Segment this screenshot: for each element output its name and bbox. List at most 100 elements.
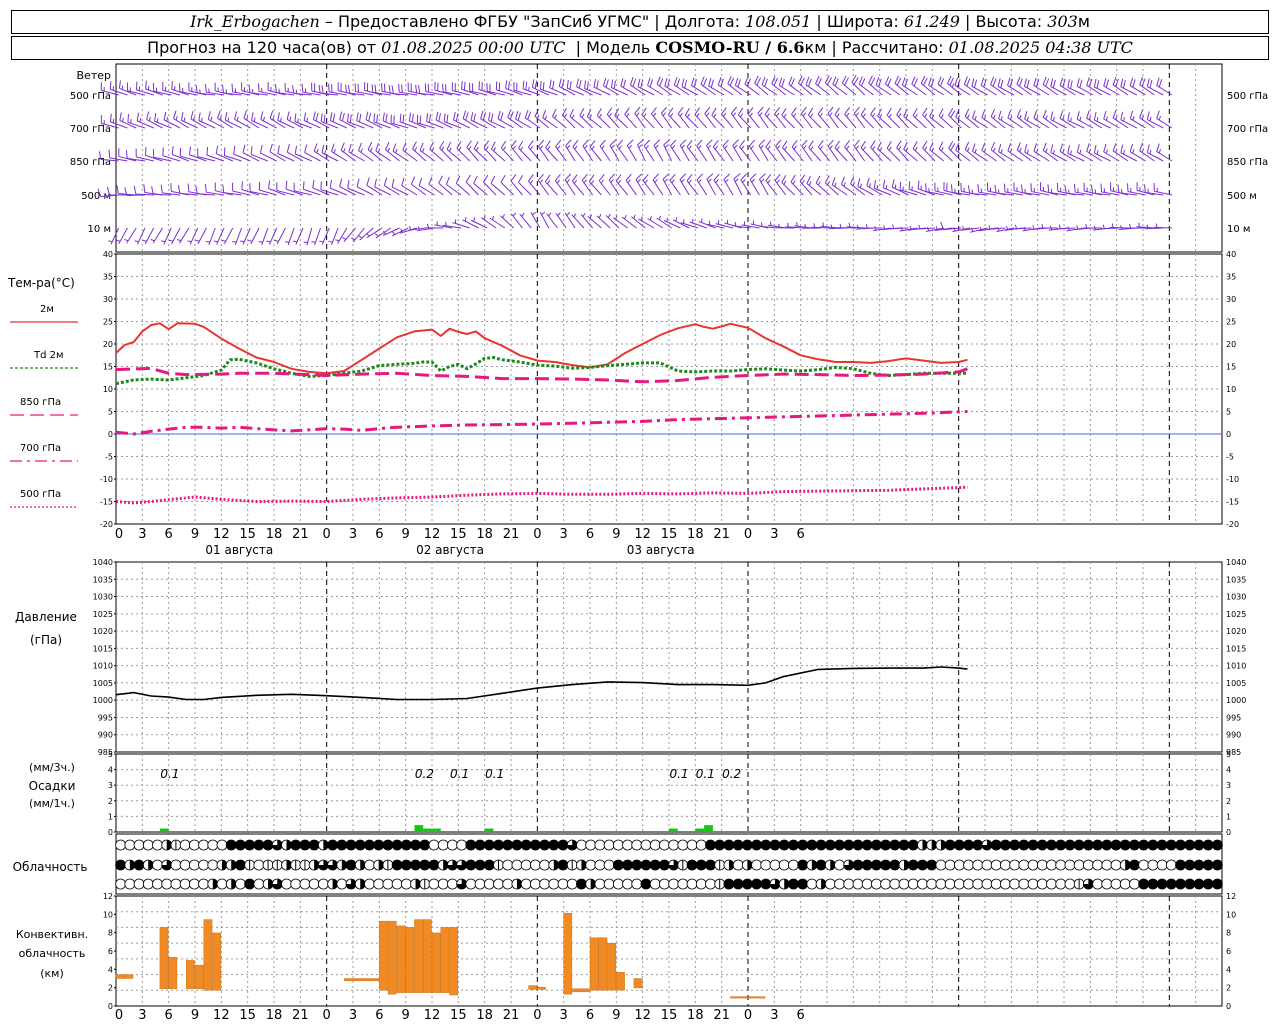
wind-barb xyxy=(135,148,154,162)
day-label: 02 августа xyxy=(416,543,484,557)
convective-xtick: 12 xyxy=(634,1008,651,1023)
wind-barb-half-feather xyxy=(993,114,996,119)
cloud-symbol xyxy=(658,878,670,890)
cloud-symbol xyxy=(419,839,431,851)
convective-bar xyxy=(405,927,415,993)
cloud-symbol xyxy=(981,859,993,871)
wind-barb-feather xyxy=(277,112,280,121)
cloud-symbol-circle xyxy=(1110,859,1122,871)
wind-barb-feather xyxy=(602,77,607,87)
cloud-symbol-fill xyxy=(465,860,476,870)
cloud-symbol-circle xyxy=(953,878,965,890)
wind-barb-feather xyxy=(647,77,651,86)
convective-panel-ytick-left: 8 xyxy=(108,929,113,938)
wind-barb-feather xyxy=(834,78,839,87)
cloud-symbol-circle xyxy=(502,859,514,871)
cloud-symbol xyxy=(188,839,200,851)
wind-barb xyxy=(292,227,304,245)
wind-barb-half-feather xyxy=(734,222,737,227)
wind-barb-feather xyxy=(358,113,362,123)
wind-barb-half-feather xyxy=(776,179,780,184)
wind-barb xyxy=(274,227,286,245)
wind-barb-half-feather xyxy=(615,215,618,220)
cloud-symbol-circle xyxy=(152,878,163,890)
wind-barb-feather xyxy=(1050,144,1054,153)
wind-barb-half-feather xyxy=(830,224,833,229)
cloud-symbol xyxy=(1119,839,1131,851)
cloud-symbol xyxy=(410,839,421,851)
convective-bar xyxy=(203,919,213,991)
cloud-symbol xyxy=(253,878,265,890)
temp-panel-ytick-left: 5 xyxy=(108,408,113,417)
wind-barb-half-feather xyxy=(918,224,921,230)
wind-barb-half-feather xyxy=(1132,149,1135,154)
wind-level-label: 700 гПа xyxy=(70,124,111,135)
cloud-symbol xyxy=(1092,859,1103,871)
wind-barb xyxy=(775,139,787,162)
cloud-symbol xyxy=(1018,878,1030,890)
cloud-symbol xyxy=(1175,839,1186,851)
wind-barb-half-feather xyxy=(124,238,129,242)
cloud-symbol xyxy=(548,859,560,871)
cloud-symbol-circle xyxy=(1082,859,1094,871)
wind-barb-half-feather xyxy=(142,239,147,242)
convective-bar xyxy=(186,960,195,989)
cloud-symbol-fill xyxy=(392,840,403,850)
wind-barb-feather xyxy=(332,113,336,122)
cloud-symbol-circle xyxy=(142,878,154,890)
precip-unit-3h: (мм/3ч.) xyxy=(29,761,75,774)
cloud-symbol xyxy=(1027,878,1039,890)
cloud-symbol xyxy=(668,839,680,851)
wind-barb-feather xyxy=(537,173,544,181)
wind-barb-half-feather xyxy=(1115,148,1118,153)
wind-barb-half-feather xyxy=(829,112,833,117)
wind-barb-half-feather xyxy=(696,113,700,117)
wind-barb xyxy=(213,227,225,245)
wind-barb-feather xyxy=(679,173,687,180)
wind-barb-feather xyxy=(684,79,688,89)
wind-barb-half-feather xyxy=(760,144,764,149)
wind-barb-feather xyxy=(554,173,561,182)
pressure-panel-ytick-left: 1040 xyxy=(93,558,113,567)
cloud-symbol xyxy=(668,859,680,871)
cloud-symbol-circle xyxy=(483,878,495,890)
wind-barb-feather xyxy=(613,80,617,89)
wind-barb xyxy=(589,140,602,162)
cloud-symbol xyxy=(1092,878,1103,890)
wind-barb-feather xyxy=(445,84,447,93)
cloud-symbol-fill xyxy=(1175,840,1186,850)
wind-barb-feather xyxy=(347,180,350,189)
convective-bar xyxy=(344,978,353,982)
cloud-symbol xyxy=(732,859,744,871)
cloud-symbol xyxy=(382,839,394,851)
precip-bar xyxy=(695,828,705,832)
wind-barb xyxy=(1145,224,1164,230)
wind-barb-feather xyxy=(971,110,976,119)
convective-bar xyxy=(607,942,617,991)
cloud-symbol xyxy=(299,859,311,871)
cloud-symbol-circle xyxy=(290,878,302,890)
cloud-symbol-circle xyxy=(115,839,127,851)
wind-barb-feather xyxy=(896,77,902,86)
cloud-symbol xyxy=(354,878,366,890)
convective-title-line1: Конвективн. xyxy=(16,928,88,941)
wind-barb-feather xyxy=(388,85,391,94)
cloud-symbol xyxy=(1064,859,1076,871)
precip-bar xyxy=(159,828,169,832)
wind-barb-feather xyxy=(1050,78,1054,87)
convective-xtick: 6 xyxy=(586,1008,594,1023)
wind-barb-half-feather xyxy=(666,217,669,222)
convective-bar xyxy=(124,974,134,979)
cloud-symbol-circle xyxy=(1000,859,1011,871)
cloud-symbol xyxy=(1156,859,1168,871)
wind-barb-half-feather xyxy=(627,179,631,184)
wind-barb-half-feather xyxy=(493,147,497,152)
cloud-symbol xyxy=(317,839,329,851)
cloud-symbol xyxy=(410,859,421,871)
temp-xtick: 9 xyxy=(612,527,620,542)
wind-barb xyxy=(686,173,699,196)
wind-barb xyxy=(555,212,567,229)
cloud-symbol xyxy=(391,878,403,890)
cloud-symbol xyxy=(1101,878,1113,890)
convective-xtick: 0 xyxy=(323,1008,331,1023)
